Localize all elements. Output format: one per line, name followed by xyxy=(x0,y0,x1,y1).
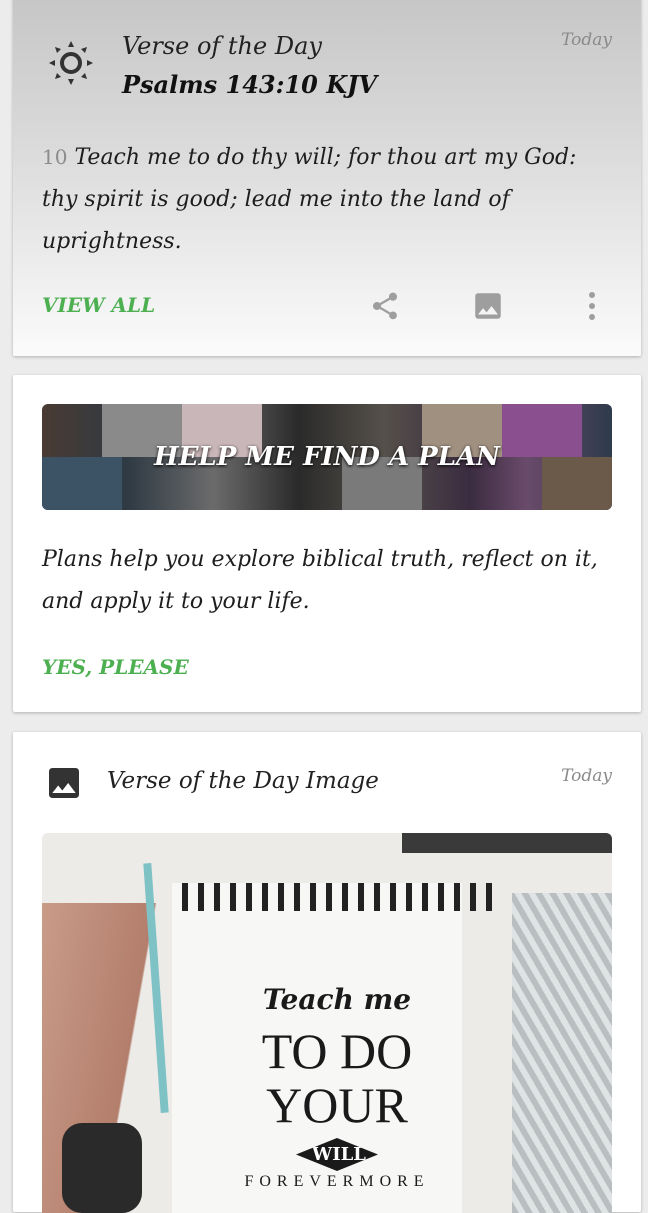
verse-of-the-day-card[interactable]: Verse of the Day Psalms 143:10 KJV Today… xyxy=(13,0,641,356)
date-label: Today xyxy=(561,766,612,786)
verse-image[interactable]: Teach me TO DO YOUR WILL FOREVERMORE xyxy=(42,833,612,1213)
card-title: Verse of the Day Image xyxy=(107,768,379,794)
verse-number: 10 xyxy=(42,145,68,169)
image-icon[interactable] xyxy=(471,289,505,323)
card-title: Verse of the Day xyxy=(122,32,322,60)
more-vert-icon[interactable] xyxy=(580,290,604,322)
plan-card: HELP ME FIND A PLAN Plans help you explo… xyxy=(13,375,641,712)
image-lettering: Teach me TO DO YOUR WILL FOREVERMORE xyxy=(244,983,430,1190)
banner-label: HELP ME FIND A PLAN xyxy=(154,442,500,472)
verse-reference[interactable]: Psalms 143:10 KJV xyxy=(122,70,377,99)
verse-text[interactable]: 10 Teach me to do thy will; for thou art… xyxy=(42,136,602,263)
verse-body: Teach me to do thy will; for thou art my… xyxy=(42,145,577,254)
verse-image-card: Verse of the Day Image Today Teach me TO… xyxy=(13,732,641,1213)
find-plan-banner[interactable]: HELP ME FIND A PLAN xyxy=(42,404,612,510)
plan-description: Plans help you explore biblical truth, r… xyxy=(42,547,598,614)
share-icon[interactable] xyxy=(369,290,401,322)
image-icon xyxy=(49,768,79,798)
date-label: Today xyxy=(561,30,612,50)
yes-please-button[interactable]: YES, PLEASE xyxy=(42,655,189,679)
sun-icon xyxy=(49,41,93,85)
view-all-button[interactable]: VIEW ALL xyxy=(42,293,155,317)
